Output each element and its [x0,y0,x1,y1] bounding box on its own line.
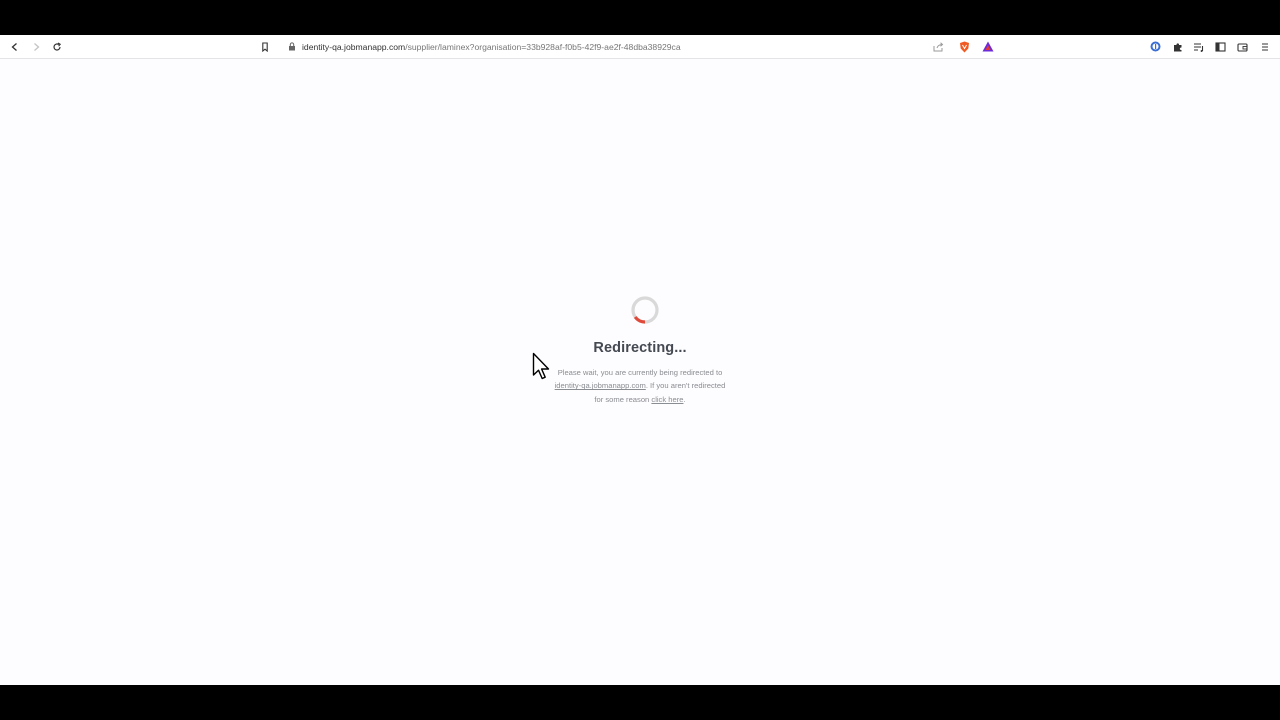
lock-icon[interactable] [284,39,299,54]
hamburger-menu-icon[interactable] [1257,39,1272,54]
bottom-letterbox [0,685,1280,720]
redirect-link[interactable]: identity-qa.jobmanapp.com [555,381,646,390]
url-host: identity-qa.jobmanapp.com [302,42,406,52]
page-title: Redirecting... [593,340,687,356]
loading-spinner-icon [631,296,659,324]
browser-toolbar: identity-qa.jobmanapp.com/supplier/lamin… [0,35,1280,59]
reload-icon[interactable] [49,39,64,54]
message-after-link: . If you aren't redirected [645,381,726,391]
password-manager-icon[interactable] [1148,39,1163,54]
back-arrow-icon[interactable] [7,39,22,54]
forward-arrow-icon[interactable] [28,39,43,54]
bookmark-icon[interactable] [257,39,272,54]
brave-shield-icon[interactable] [957,39,972,54]
page-content: Redirecting... Please wait, you are curr… [0,59,1280,685]
top-letterbox [0,0,1280,35]
playlist-icon[interactable] [1191,39,1206,54]
sidebar-icon[interactable] [1213,39,1228,54]
address-bar[interactable]: identity-qa.jobmanapp.com/supplier/lamin… [302,40,681,54]
redirect-message: Please wait, you are currently being red… [536,366,744,406]
wallet-icon[interactable] [1235,39,1250,54]
puzzle-icon[interactable] [1170,39,1185,54]
click-here-link[interactable]: click here [651,395,683,404]
message-end: . [683,394,686,404]
browser-window: identity-qa.jobmanapp.com/supplier/lamin… [0,35,1280,685]
share-icon[interactable] [931,39,946,54]
message-line1: Please wait, you are currently being red… [557,368,723,377]
mouse-cursor-icon [532,352,550,380]
message-line3: for some reason [594,394,652,404]
brave-rewards-icon[interactable] [980,39,995,54]
url-path: /supplier/laminex?organisation=33b928af-… [405,42,681,52]
